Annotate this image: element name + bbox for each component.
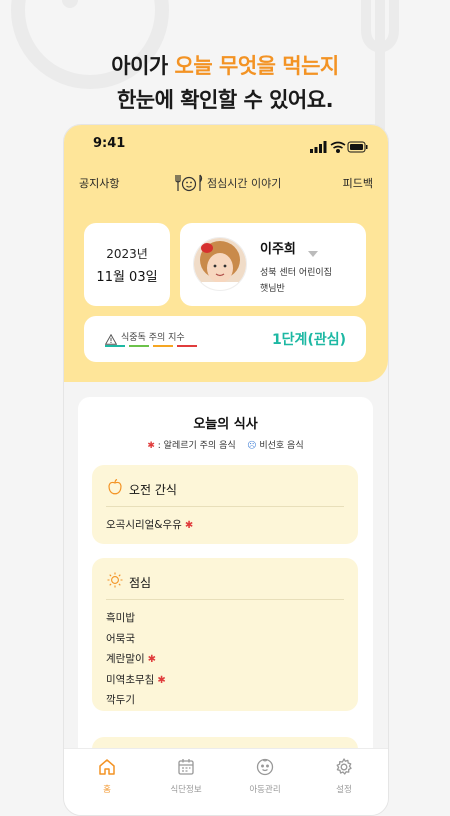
child-name: 이주희 bbox=[260, 242, 296, 257]
tab-child-management[interactable]: 아동관리 bbox=[235, 757, 295, 795]
meal-legend: ✱ : 알레르기 주의 음식 ☹ 비선호 음식 bbox=[78, 438, 373, 451]
headline-line2: 한눈에 확인할 수 있어요. bbox=[116, 88, 334, 112]
list-item: 오곡시리얼&우유 ✱ bbox=[106, 519, 194, 531]
app-logo: 점심시간 이야기 bbox=[174, 171, 281, 195]
divider bbox=[106, 506, 344, 507]
gear-icon bbox=[336, 758, 352, 775]
status-time: 9:41 bbox=[93, 136, 126, 151]
battery-icon bbox=[347, 141, 368, 153]
allergy-icon: ✱ bbox=[184, 520, 194, 531]
home-icon bbox=[99, 759, 115, 775]
legend-allergy: : 알레르기 주의 음식 bbox=[157, 441, 236, 451]
list-item: 미역초무침 ✱ bbox=[106, 673, 166, 686]
index-label: 식중독 주의 지수 bbox=[121, 333, 185, 343]
app-bar: 공지사항 점심시간 이야기 피드백 bbox=[64, 169, 388, 197]
notice-link[interactable]: 공지사항 bbox=[79, 175, 119, 191]
tab-home[interactable]: 홈 bbox=[77, 757, 137, 795]
status-icons bbox=[310, 138, 368, 157]
date-year: 2023년 bbox=[106, 247, 148, 261]
headline-line1: 아이가 오늘 무엇을 먹는지 bbox=[111, 54, 340, 78]
allergy-icon: ✱ bbox=[147, 654, 157, 665]
bottom-tab-bar: 홈 식단정보 아동관리 설정 bbox=[64, 748, 388, 815]
tab-label: 식단정보 bbox=[170, 785, 202, 795]
list-item: 깍두기 bbox=[106, 694, 135, 706]
index-color-bars bbox=[105, 345, 197, 347]
tab-label: 설정 bbox=[336, 785, 352, 795]
dislike-icon: ☹ bbox=[247, 441, 257, 451]
apple-icon bbox=[107, 478, 123, 499]
lunch-list: 흑미밥 어묵국 계란말이 ✱ 미역초무침 ✱ 깍두기 bbox=[106, 608, 166, 711]
tab-label: 아동관리 bbox=[249, 785, 281, 795]
feedback-link[interactable]: 피드백 bbox=[343, 175, 373, 191]
child-profile-card[interactable]: 이주희 성북 센터 어린이집 햇님반 bbox=[180, 223, 366, 306]
logo-text: 점심시간 이야기 bbox=[207, 177, 282, 190]
list-item: 흑미밥 bbox=[106, 612, 135, 624]
index-bar-4 bbox=[177, 345, 197, 347]
index-bar-2 bbox=[129, 345, 149, 347]
sun-icon bbox=[107, 572, 123, 592]
lunch-section: 점심 흑미밥 어묵국 계란말이 ✱ 미역초무침 ✱ 깍두기 bbox=[92, 558, 358, 711]
logo-icon bbox=[175, 174, 203, 192]
tab-label: 홈 bbox=[103, 785, 111, 795]
headline-accent: 오늘 무엇을 먹는지 bbox=[174, 54, 340, 78]
legend-dislike: 비선호 음식 bbox=[259, 441, 304, 451]
list-item: 계란말이 ✱ bbox=[106, 653, 157, 665]
date-month-day: 11월 03일 bbox=[96, 270, 158, 285]
wifi-icon bbox=[330, 141, 346, 154]
status-bar: 9:41 bbox=[64, 125, 388, 163]
allergy-icon: ✱ bbox=[157, 674, 166, 686]
index-level: 1단계(관심) bbox=[271, 332, 346, 348]
tab-settings[interactable]: 설정 bbox=[314, 757, 374, 795]
index-bar-3 bbox=[153, 345, 173, 347]
snack-title: 오전 간식 bbox=[129, 482, 177, 497]
child-class: 햇님반 bbox=[260, 284, 285, 294]
allergy-icon: ✱ bbox=[147, 441, 155, 451]
snack-section: 오전 간식 오곡시리얼&우유 ✱ bbox=[92, 465, 358, 544]
calendar-icon bbox=[178, 759, 194, 775]
meal-title: 오늘의 식사 bbox=[193, 417, 258, 432]
signal-icon bbox=[310, 141, 327, 153]
child-avatar bbox=[193, 237, 247, 291]
lunch-title: 점심 bbox=[129, 575, 152, 590]
snack-list: 오곡시리얼&우유 ✱ bbox=[106, 515, 193, 536]
child-center: 성북 센터 어린이집 bbox=[260, 268, 332, 278]
chevron-down-icon[interactable] bbox=[308, 242, 318, 261]
child-face-icon bbox=[256, 758, 274, 776]
index-bar-1 bbox=[105, 345, 125, 347]
date-card: 2023년 11월 03일 bbox=[84, 223, 170, 306]
list-item: 어묵국 bbox=[106, 632, 135, 645]
tab-meal-info[interactable]: 식단정보 bbox=[156, 757, 216, 795]
divider bbox=[106, 599, 344, 600]
food-poisoning-index-card: 식중독 주의 지수 1단계(관심) bbox=[84, 316, 366, 362]
phone-mockup: 9:41 공지사항 점심시간 이야기 피드백 2023년 11월 03일 이주희… bbox=[63, 124, 389, 816]
